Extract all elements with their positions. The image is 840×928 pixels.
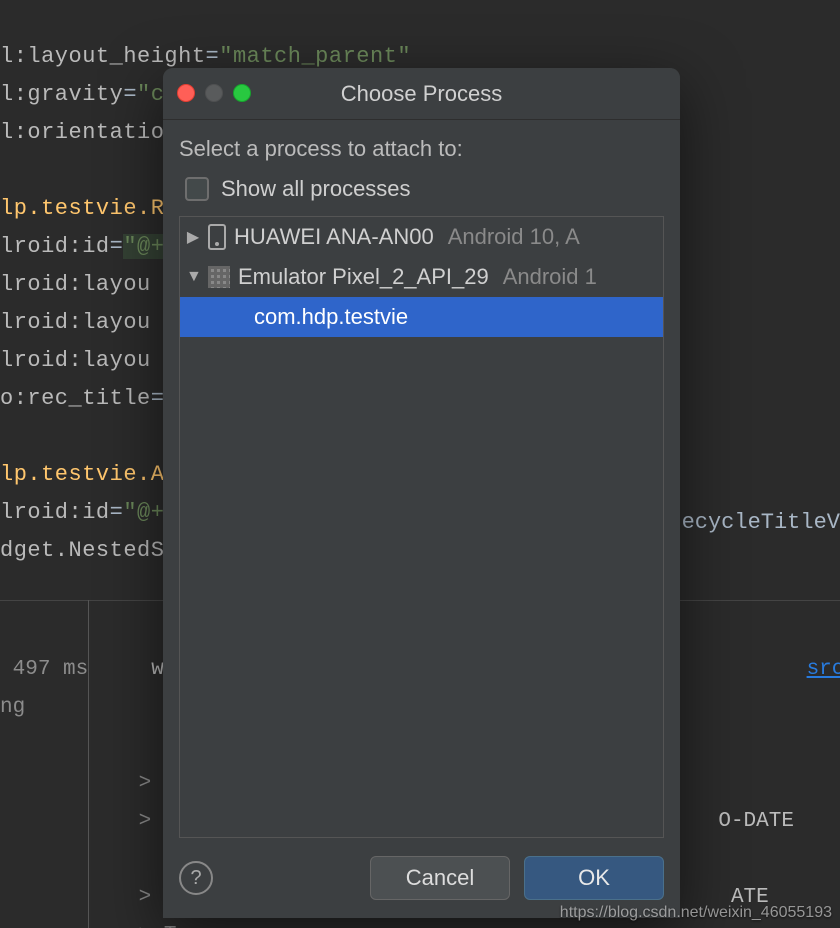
help-button[interactable]: ? xyxy=(179,861,213,895)
phone-icon xyxy=(208,224,226,250)
zoom-icon[interactable] xyxy=(233,84,251,102)
device-sub: Android 10, A xyxy=(448,224,580,250)
device-row[interactable]: ▼ Emulator Pixel_2_API_29 Android 1 xyxy=(180,257,663,297)
show-all-label: Show all processes xyxy=(221,176,411,202)
output-divider xyxy=(88,600,89,928)
dialog-titlebar: Choose Process xyxy=(163,68,680,120)
source-link[interactable]: src/main/ja xyxy=(807,658,840,681)
window-traffic-lights xyxy=(177,84,251,102)
dialog-subtitle: Select a process to attach to: xyxy=(179,136,664,162)
ok-button[interactable]: OK xyxy=(524,856,664,900)
emulator-icon xyxy=(208,266,230,288)
watermark: https://blog.csdn.net/weixin_46055193 xyxy=(560,904,832,922)
close-icon[interactable] xyxy=(177,84,195,102)
show-all-processes-toggle[interactable]: Show all processes xyxy=(185,176,664,202)
code-fragment-right: ecycleTitleV xyxy=(682,510,840,535)
chevron-right-icon[interactable]: ▶ xyxy=(186,227,200,247)
minimize-icon xyxy=(205,84,223,102)
process-tree[interactable]: ▶ HUAWEI ANA-AN00 Android 10, A ▼ Emulat… xyxy=(179,216,664,838)
device-row[interactable]: ▶ HUAWEI ANA-AN00 Android 10, A xyxy=(180,217,663,257)
choose-process-dialog: Choose Process Select a process to attac… xyxy=(163,68,680,918)
device-sub: Android 1 xyxy=(503,264,597,290)
process-name: com.hdp.testvie xyxy=(186,304,408,330)
chevron-down-icon[interactable]: ▼ xyxy=(186,268,200,286)
process-row-selected[interactable]: com.hdp.testvie xyxy=(180,297,663,337)
checkbox-icon[interactable] xyxy=(185,177,209,201)
cancel-button[interactable]: Cancel xyxy=(370,856,510,900)
dialog-title: Choose Process xyxy=(341,81,502,107)
device-name: HUAWEI ANA-AN00 xyxy=(234,224,434,250)
device-name: Emulator Pixel_2_API_29 xyxy=(238,264,489,290)
